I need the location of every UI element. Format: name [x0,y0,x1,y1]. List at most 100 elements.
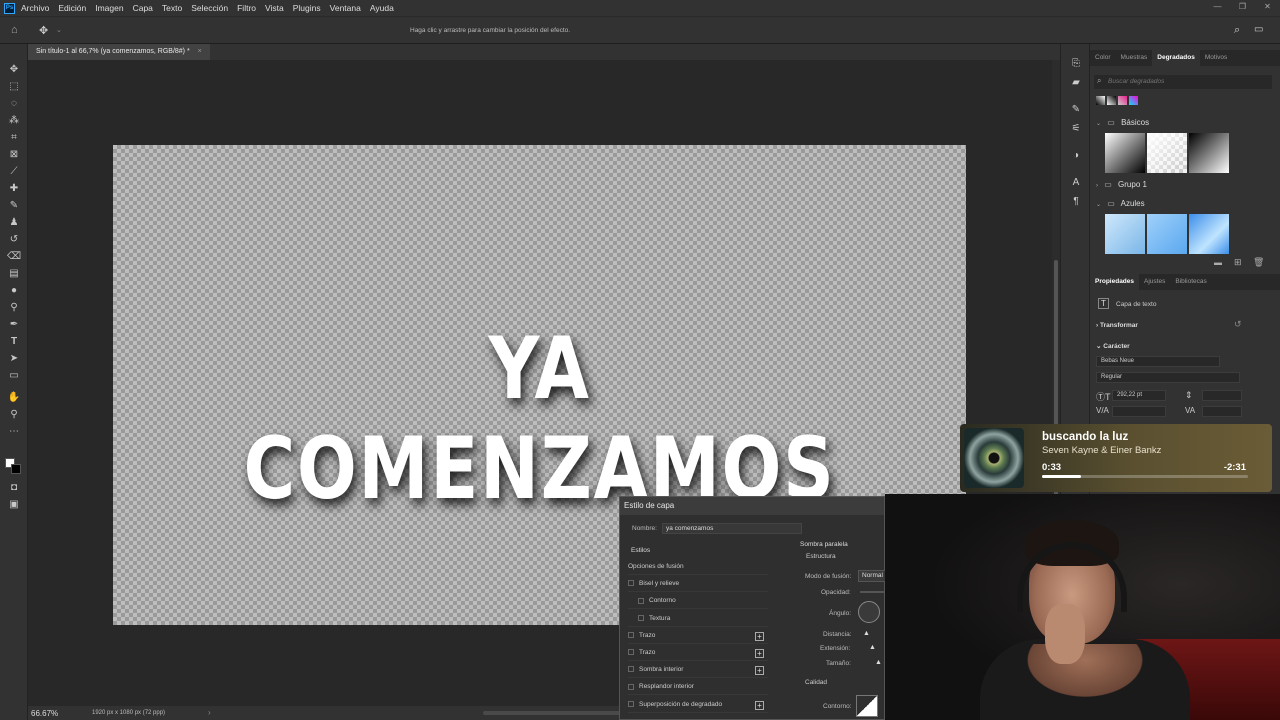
search-icon[interactable]: ⌕ [1234,24,1240,37]
style-item[interactable]: Resplandor interior [628,679,768,696]
path-selection-icon[interactable]: ➤ [7,353,21,365]
style-checkbox[interactable] [638,597,644,604]
gradient-swatch[interactable] [1118,96,1127,105]
font-family-dropdown[interactable]: Bebas Neue [1096,356,1220,367]
menu-vista[interactable]: Vista [265,3,284,13]
type-tool-icon[interactable]: T [7,336,21,348]
new-group-icon[interactable]: ▬ [1214,258,1222,267]
move-tool-icon[interactable]: ✥ [39,24,48,37]
more-tools-icon[interactable]: ⋯ [7,426,21,438]
menu-plugins[interactable]: Plugins [293,3,321,13]
menu-capa[interactable]: Capa [133,3,153,13]
canvas-text-layer[interactable]: YA COMENZAMOS [190,319,889,519]
style-item[interactable]: Trazo + [628,628,768,644]
healing-brush-icon[interactable]: ✚ [7,183,21,195]
style-checkbox[interactable] [628,666,634,673]
style-item[interactable]: Trazo + [628,645,768,661]
tab-ajustes[interactable]: Ajustes [1139,274,1170,290]
tab-degradados[interactable]: Degradados [1152,50,1200,66]
gradient-swatch[interactable] [1129,96,1138,105]
lasso-tool-icon[interactable]: ◌ [7,98,21,110]
gradient-thumb[interactable] [1189,133,1229,173]
workspace-icon[interactable]: ▭ [1254,24,1263,35]
styles-header[interactable]: Estilos [631,547,650,554]
gradient-thumb[interactable] [1105,214,1145,254]
style-checkbox[interactable] [628,683,634,690]
layer-name-field[interactable]: ya comenzamos [662,523,802,534]
leading-field[interactable] [1202,390,1242,401]
gradient-tool-icon[interactable]: ▤ [7,268,21,280]
tab-propiedades[interactable]: Propiedades [1090,274,1140,290]
tab-color[interactable]: Color [1090,50,1116,66]
style-checkbox[interactable] [638,614,644,621]
magic-wand-icon[interactable]: ⁂ [7,115,21,127]
brush-tool-icon[interactable]: ✎ [7,200,21,212]
brush-settings-icon[interactable]: ✎ [1070,104,1082,116]
eraser-tool-icon[interactable]: ⌫ [7,251,21,263]
angle-dial[interactable] [858,601,880,623]
blur-tool-icon[interactable]: ● [7,285,21,297]
gradient-group-azules[interactable]: ⌄ ▭ Azules [1090,195,1272,213]
gradient-group-basicos[interactable]: ⌄ ▭ Básicos [1090,114,1272,132]
history-panel-icon[interactable]: ⎘ [1070,58,1082,70]
tab-motivos[interactable]: Motivos [1200,50,1232,66]
section-character[interactable]: ⌄ Carácter [1096,342,1130,350]
document-tab[interactable]: Sin título-1 al 66,7% (ya comenzamos, RG… [28,44,210,60]
menu-archivo[interactable]: Archivo [21,3,49,13]
style-item[interactable]: Bisel y relieve [628,576,768,593]
delete-icon[interactable]: 🗑 [1253,257,1264,268]
reset-icon[interactable]: ↺ [1234,319,1242,330]
kerning-field[interactable] [1112,406,1166,417]
chevron-down-icon[interactable]: ⌄ [56,26,62,34]
rectangle-tool-icon[interactable]: ▭ [7,370,21,382]
gradient-thumb[interactable] [1189,214,1229,254]
style-item[interactable]: Superposición de degradado + [628,697,768,713]
comments-panel-icon[interactable]: ▰ [1070,77,1082,89]
move-tool-icon[interactable]: ✥ [7,64,21,76]
style-item[interactable]: Textura [628,611,768,627]
gradient-search-box[interactable]: ⌕ [1094,75,1272,89]
marquee-tool-icon[interactable]: ⬚ [7,81,21,93]
blend-mode-dropdown[interactable]: Normal [858,570,886,582]
gradient-swatch[interactable] [1096,96,1105,105]
chevron-right-icon[interactable]: › [208,708,211,717]
style-item[interactable]: Opciones de fusión [628,559,768,575]
add-style-icon[interactable]: + [755,666,764,676]
background-color-swatch[interactable] [11,464,21,474]
style-item[interactable]: Sombra interior + [628,662,768,679]
style-checkbox[interactable] [628,700,634,707]
dodge-tool-icon[interactable]: ⚲ [7,302,21,314]
adjustments-panel-icon[interactable]: ⚟ [1070,123,1082,135]
section-transform[interactable]: › Transformar [1096,322,1138,329]
frame-tool-icon[interactable]: ⊠ [7,149,21,161]
history-brush-icon[interactable]: ↺ [7,234,21,246]
paragraph-panel-icon[interactable]: ¶ [1070,196,1082,208]
stamp-tool-icon[interactable]: ♟ [7,217,21,229]
menu-edicion[interactable]: Edición [58,3,86,13]
tab-bibliotecas[interactable]: Bibliotecas [1170,274,1211,290]
menu-imagen[interactable]: Imagen [95,3,123,13]
minimize-button[interactable]: — [1205,0,1230,16]
style-checkbox[interactable] [628,632,634,639]
gradient-thumb[interactable] [1147,214,1187,254]
add-style-icon[interactable]: + [755,631,764,641]
gradient-search-input[interactable] [1108,76,1268,87]
zoom-tool-icon[interactable]: ⚲ [7,409,21,421]
home-icon[interactable]: ⌂ [11,24,18,36]
opacity-slider[interactable] [860,591,886,593]
menu-ventana[interactable]: Ventana [330,3,361,13]
menu-filtro[interactable]: Filtro [237,3,256,13]
font-style-dropdown[interactable]: Regular [1096,372,1240,383]
distance-slider-handle[interactable]: ▲ [863,630,870,637]
spread-slider-handle[interactable]: ▲ [869,644,876,651]
menu-ayuda[interactable]: Ayuda [370,3,394,13]
tab-muestras[interactable]: Muestras [1116,50,1153,66]
size-slider-handle[interactable]: ▲ [875,659,882,666]
tracking-field[interactable] [1202,406,1242,417]
screen-mode-icon[interactable]: ▣ [7,499,21,511]
zoom-level[interactable]: 66.67% [31,709,58,718]
quick-mask-icon[interactable]: ◘ [7,482,21,494]
gradient-thumb[interactable] [1147,133,1187,173]
pen-tool-icon[interactable]: ✒ [7,319,21,331]
style-item[interactable]: Contorno [628,593,768,610]
